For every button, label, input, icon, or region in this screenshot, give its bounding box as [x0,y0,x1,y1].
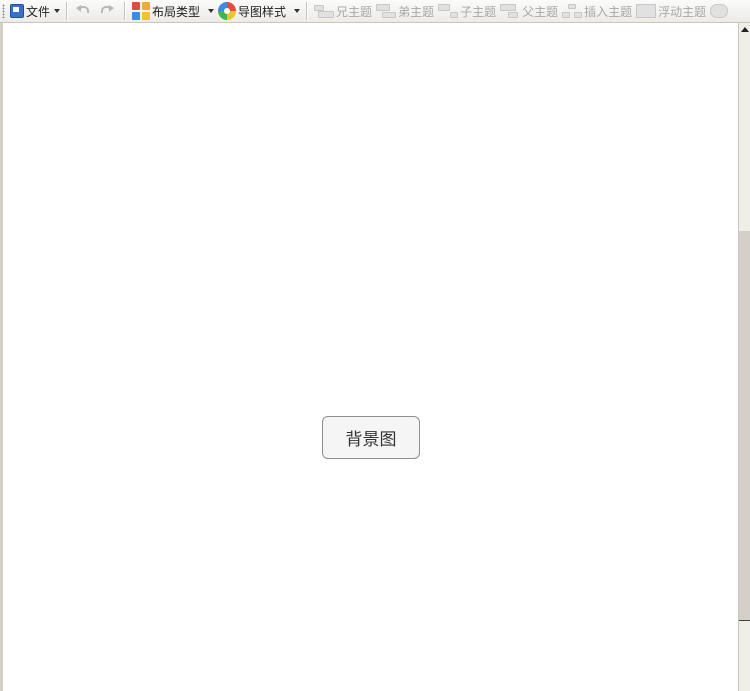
layout-type-button[interactable]: 布局类型 [130,1,216,21]
redo-button[interactable] [96,1,120,21]
file-menu-button[interactable]: 文件 [8,1,62,21]
younger-topic-icon [376,4,397,18]
file-icon [10,4,24,18]
more-icon [710,4,729,18]
chevron-down-icon [294,9,301,13]
younger-topic-label: 弟主题 [398,4,435,19]
toolbar-grip[interactable] [2,4,5,18]
float-topic-button[interactable]: 浮动主题 [634,1,708,21]
map-style-label: 导图样式 [238,4,287,19]
scroll-up-arrow-icon[interactable] [739,23,750,36]
vertical-scrollbar[interactable] [738,23,750,691]
mind-map-canvas[interactable]: 背景图 [3,23,738,691]
sibling-topic-label: 兄主题 [336,4,373,19]
insert-topic-button[interactable]: 插入主题 [560,1,634,21]
child-topic-label: 子主题 [460,4,497,19]
layout-type-label: 布局类型 [152,4,201,19]
toolbar: 文件 布局类型 导图样式 兄主题 弟主题 子主题 父主题 插入主题 浮动主题 [0,0,750,23]
more-tools-button[interactable] [708,1,732,21]
sibling-topic-button[interactable]: 兄主题 [312,1,374,21]
redo-icon [100,5,115,14]
layout-icon [132,2,151,20]
toolbar-separator [306,2,309,20]
child-topic-button[interactable]: 子主题 [436,1,498,21]
undo-button[interactable] [72,1,96,21]
child-topic-icon [438,4,459,18]
insert-topic-label: 插入主题 [584,4,633,19]
parent-topic-button[interactable]: 父主题 [498,1,560,21]
toolbar-separator [66,2,69,20]
parent-topic-label: 父主题 [522,4,559,19]
map-style-button[interactable]: 导图样式 [216,1,302,21]
chevron-down-icon [54,9,61,13]
central-topic-label: 背景图 [345,430,397,450]
sibling-topic-icon [314,4,335,18]
undo-icon [76,5,90,14]
scrollbar-thumb[interactable] [739,231,750,621]
younger-topic-button[interactable]: 弟主题 [374,1,436,21]
chevron-down-icon [208,9,215,13]
parent-topic-icon [500,4,520,18]
file-menu-label: 文件 [26,4,51,19]
central-topic[interactable]: 背景图 [322,416,420,459]
style-icon [218,2,237,20]
float-topic-label: 浮动主题 [658,4,707,19]
float-topic-icon [636,4,657,18]
toolbar-separator [124,2,127,20]
insert-topic-icon [562,4,583,18]
